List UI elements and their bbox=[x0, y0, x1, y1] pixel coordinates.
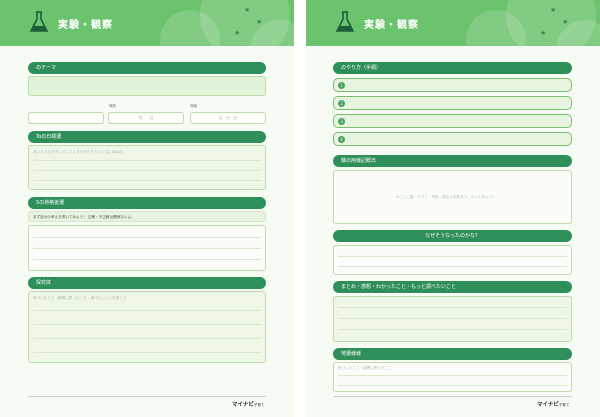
why-field[interactable] bbox=[333, 245, 572, 275]
summary-heading: まとめ・感想・わかったこと・もっと調べたいこと bbox=[333, 281, 572, 293]
star-icon: ★ bbox=[256, 18, 263, 26]
procedure-heading: のやり方（手順） bbox=[333, 62, 572, 74]
section-b-field[interactable] bbox=[28, 225, 266, 271]
mynavi-logo: マイナビ子育て bbox=[232, 402, 265, 408]
place-label: 場面 bbox=[190, 104, 198, 108]
page-header: 実験・観察 ★ ★ ★ bbox=[306, 0, 600, 46]
name-field[interactable] bbox=[28, 112, 104, 124]
summary-field[interactable] bbox=[333, 296, 572, 342]
star-icon: ★ bbox=[562, 18, 569, 26]
star-icon: ★ bbox=[540, 29, 547, 37]
worksheet-page-left: 実験・観察 ★ ★ ★ のテーマ 場所 場面 年 月 月 日 日 Toの日標選 … bbox=[0, 0, 294, 417]
step-number: 2 bbox=[338, 100, 345, 107]
section-a-field[interactable]: あいうえおかきくけこさしすせそたちつてとなにぬねの bbox=[28, 145, 266, 190]
section-c-field[interactable]: 気づいたこと・疑問に思ったこと・調べたいことを書こう bbox=[28, 291, 266, 363]
date-label: 場所 bbox=[109, 104, 117, 108]
extra-heading: 地選様様 bbox=[333, 348, 572, 360]
place-field[interactable]: 月 日 日 bbox=[190, 112, 266, 124]
footer-divider bbox=[28, 396, 266, 397]
step-number: 4 bbox=[338, 136, 345, 143]
extra-field[interactable]: 気づいたこと・疑問に思ったこと bbox=[333, 362, 572, 392]
step-field[interactable]: 2 bbox=[333, 96, 572, 110]
step-field[interactable]: 1 bbox=[333, 78, 572, 92]
star-icon: ★ bbox=[234, 29, 241, 37]
page-title: 実験・観察 bbox=[58, 20, 113, 31]
page-header: 実験・観察 ★ ★ ★ bbox=[0, 0, 294, 46]
page-title: 実験・観察 bbox=[364, 20, 419, 31]
date-field[interactable]: 年 月 bbox=[108, 112, 184, 124]
theme-field[interactable] bbox=[28, 76, 266, 96]
theme-heading: のテーマ bbox=[28, 62, 266, 74]
section-a-heading: Toの日標選 bbox=[28, 131, 266, 143]
mynavi-logo: マイナビ子育て bbox=[537, 402, 570, 408]
section-b-note: まず自分の考えを書いてみよう！ 正解・不正解は関係ないよ。 bbox=[28, 211, 266, 222]
result-heading: 験の用様記概日 bbox=[333, 155, 572, 167]
section-c-heading: 探究体 bbox=[28, 277, 266, 289]
star-icon: ★ bbox=[550, 6, 557, 14]
step-field[interactable]: 4 bbox=[333, 132, 572, 146]
result-field[interactable]: ※ここに図・グラフ・写真・表などを貼ろう、かいてみよう！ bbox=[333, 170, 572, 224]
step-number: 1 bbox=[338, 82, 345, 89]
step-field[interactable]: 3 bbox=[333, 114, 572, 128]
footer-divider bbox=[333, 396, 572, 397]
star-icon: ★ bbox=[244, 6, 251, 14]
step-number: 3 bbox=[338, 118, 345, 125]
flask-icon bbox=[336, 11, 354, 32]
why-heading: なぜそうなったのかな？ bbox=[333, 230, 572, 242]
flask-icon bbox=[30, 11, 48, 32]
section-b-heading: 5の持格後選 bbox=[28, 197, 266, 209]
